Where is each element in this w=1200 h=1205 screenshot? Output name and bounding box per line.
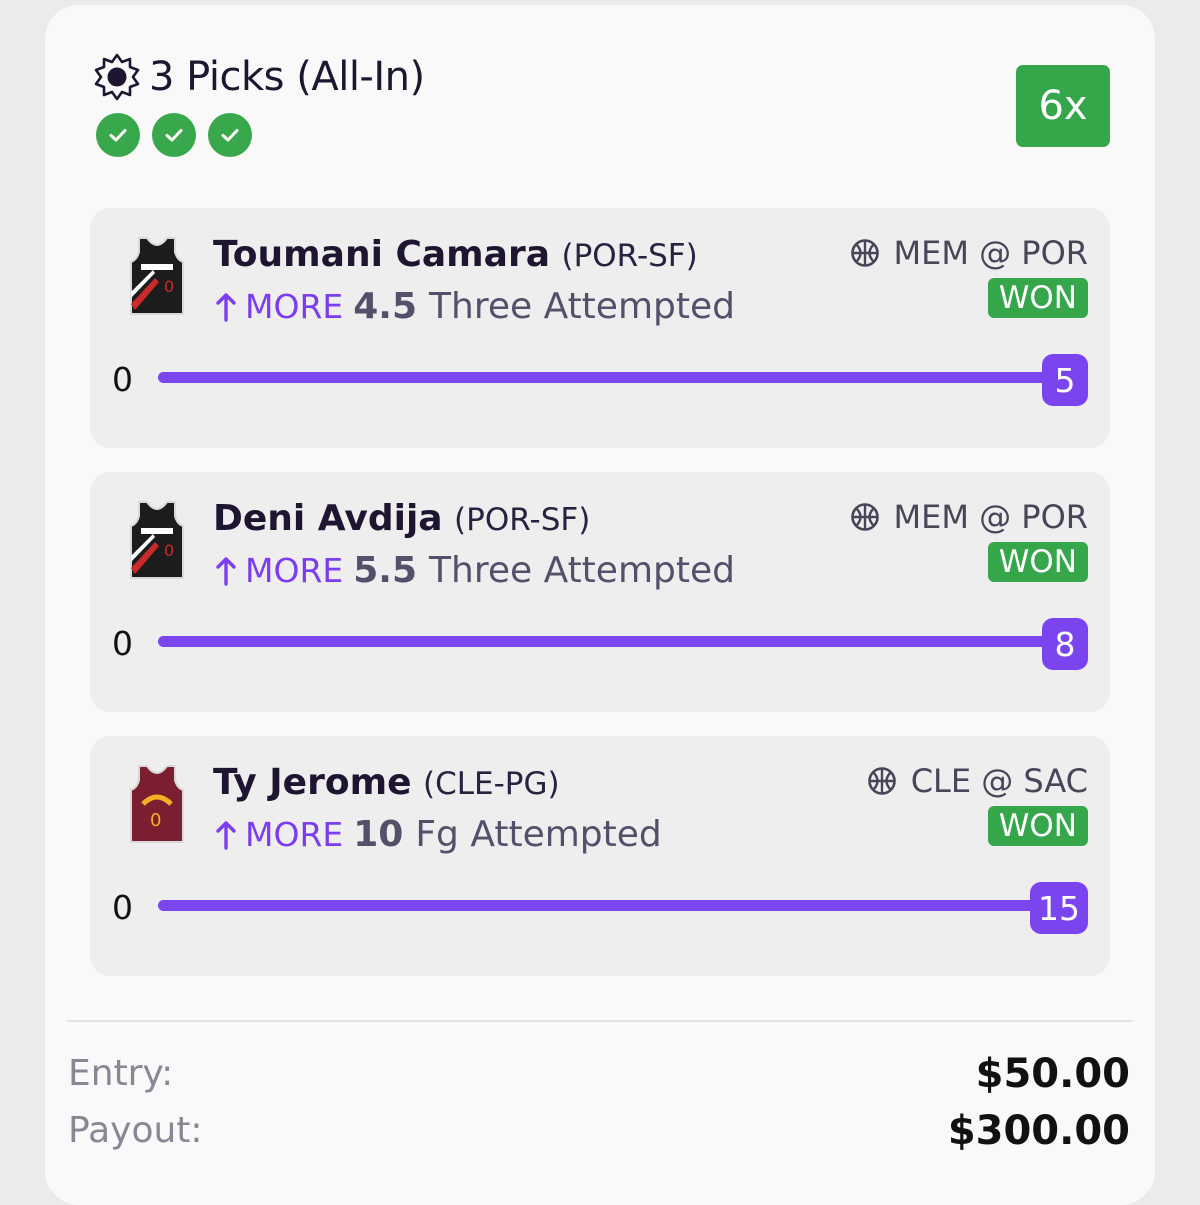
player-team-position: (CLE-PG) xyxy=(422,766,560,802)
actual-value-badge: 8 xyxy=(1042,618,1088,670)
player-name: Ty Jerome xyxy=(213,762,412,803)
pick-card[interactable]: 0 Deni Avdija (POR-SF) MORE 5.5 Three At… xyxy=(90,472,1110,712)
progress-bar xyxy=(158,636,1078,647)
svg-text:0: 0 xyxy=(164,277,174,296)
arrow-up-icon xyxy=(216,292,236,322)
sun-badge-icon xyxy=(94,53,140,101)
pick-line-value: 4.5 xyxy=(353,286,418,327)
game-matchup: MEM @ POR xyxy=(850,234,1089,272)
basketball-icon xyxy=(850,239,879,267)
basketball-icon xyxy=(867,767,896,795)
divider xyxy=(67,1020,1132,1022)
check-icon xyxy=(208,113,252,157)
actual-value-badge: 15 xyxy=(1030,882,1088,934)
progress-bar xyxy=(158,900,1078,911)
result-badge: WON xyxy=(987,278,1088,318)
matchup-text: MEM @ POR xyxy=(893,234,1089,272)
pick-direction: MORE xyxy=(245,815,344,854)
svg-text:0: 0 xyxy=(164,541,174,560)
player-name: Deni Avdija xyxy=(213,498,443,539)
entry-card: 3 Picks (All-In) 6x 0 Toumani Camara (PO… xyxy=(45,5,1155,1205)
pick-stat: Fg Attempted xyxy=(415,814,662,855)
payout-multiplier-badge: 6x xyxy=(1016,65,1110,147)
pick-direction: MORE xyxy=(245,287,344,326)
matchup-text: CLE @ SAC xyxy=(910,762,1088,800)
matchup-text: MEM @ POR xyxy=(893,498,1089,536)
entry-amount-value: $50.00 xyxy=(975,1051,1130,1097)
entry-header: 3 Picks (All-In) xyxy=(93,53,425,101)
cleveland-jersey-icon: 0 xyxy=(130,765,184,843)
entry-amount-label: Entry: xyxy=(68,1053,174,1094)
player-name: Toumani Camara xyxy=(213,234,551,275)
progress-min-label: 0 xyxy=(112,624,133,663)
player-name-line: Toumani Camara (POR-SF) xyxy=(213,234,698,275)
result-badge: WON xyxy=(987,806,1088,846)
check-icon xyxy=(96,113,140,157)
game-matchup: MEM @ POR xyxy=(850,498,1089,536)
player-team-position: (POR-SF) xyxy=(561,238,698,274)
pick-line: MORE 4.5 Three Attempted xyxy=(215,286,735,327)
payout-amount-label: Payout: xyxy=(68,1110,203,1151)
arrow-up-icon xyxy=(216,820,236,850)
pick-line: MORE 10 Fg Attempted xyxy=(215,814,662,855)
payout-amount-value: $300.00 xyxy=(947,1108,1130,1154)
portland-jersey-icon: 0 xyxy=(130,237,184,315)
result-badge: WON xyxy=(987,542,1088,582)
pick-stat: Three Attempted xyxy=(429,286,735,327)
pick-line: MORE 5.5 Three Attempted xyxy=(215,550,735,591)
entry-title: 3 Picks (All-In) xyxy=(149,54,425,100)
actual-value-badge: 5 xyxy=(1042,354,1088,406)
pick-card[interactable]: 0 Ty Jerome (CLE-PG) MORE 10 Fg Attempte… xyxy=(90,736,1110,976)
progress-bar xyxy=(158,372,1078,383)
progress-min-label: 0 xyxy=(112,360,133,399)
portland-jersey-icon: 0 xyxy=(130,501,184,579)
pick-direction: MORE xyxy=(245,551,344,590)
player-name-line: Ty Jerome (CLE-PG) xyxy=(213,762,560,803)
pick-line-value: 10 xyxy=(353,814,404,855)
svg-text:0: 0 xyxy=(150,810,161,831)
basketball-icon xyxy=(850,503,879,531)
pick-line-value: 5.5 xyxy=(353,550,418,591)
progress-min-label: 0 xyxy=(112,888,133,927)
player-team-position: (POR-SF) xyxy=(454,502,591,538)
pick-card[interactable]: 0 Toumani Camara (POR-SF) MORE 4.5 Three… xyxy=(90,208,1110,448)
check-icon xyxy=(152,113,196,157)
pick-status-row xyxy=(96,113,252,157)
player-name-line: Deni Avdija (POR-SF) xyxy=(213,498,590,539)
game-matchup: CLE @ SAC xyxy=(867,762,1088,800)
pick-stat: Three Attempted xyxy=(429,550,735,591)
arrow-up-icon xyxy=(216,556,236,586)
